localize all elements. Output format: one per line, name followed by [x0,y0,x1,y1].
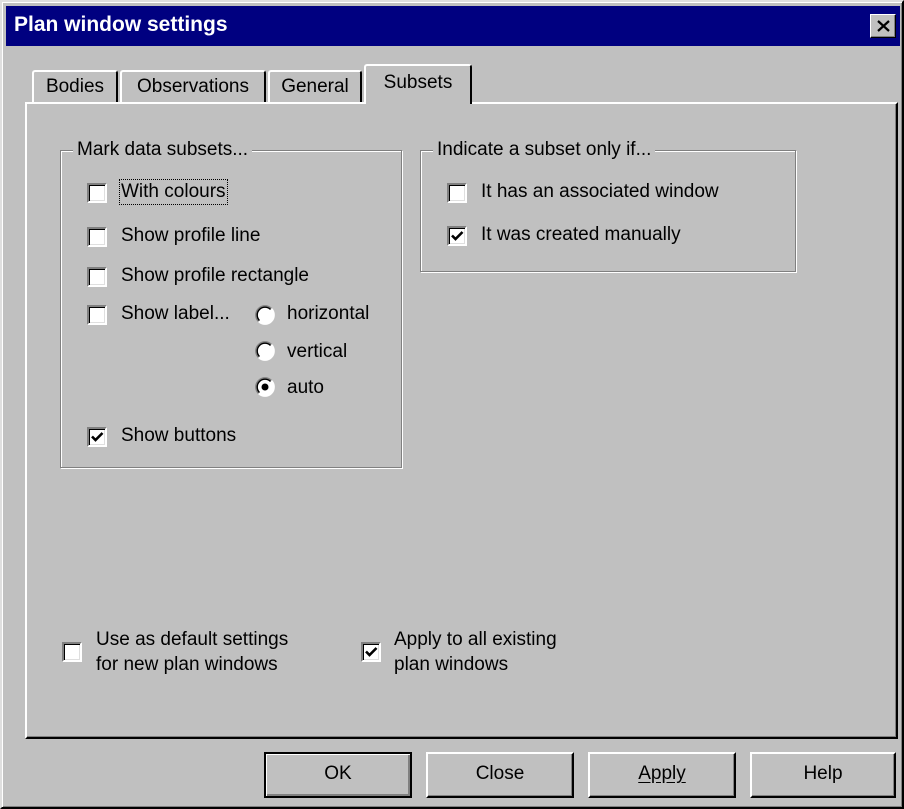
use-as-default-label[interactable]: Use as default settings for new plan win… [96,627,288,677]
radio-vertical-label[interactable]: vertical [287,341,347,363]
mark-data-subsets-label: Mark data subsets... [73,139,253,161]
use-as-default-line2: for new plan windows [96,654,278,675]
with-colours-checkbox[interactable] [87,183,107,203]
associated-window-checkbox[interactable] [447,183,467,203]
indicate-subset-label: Indicate a subset only if... [433,139,656,161]
use-as-default-line1: Use as default settings [96,629,289,650]
indicate-subset-group: Indicate a subset only if... [420,139,796,272]
show-buttons-checkbox[interactable] [87,427,107,447]
show-label-label[interactable]: Show label... [121,303,230,325]
tab-observations[interactable]: Observations [120,70,266,104]
apply-to-all-line2: plan windows [394,654,509,675]
apply-button[interactable]: Apply [588,752,736,798]
radio-selected-dot [261,383,269,391]
checkmark-icon [91,432,104,442]
tab-subsets[interactable]: Subsets [364,64,472,104]
tab-bodies[interactable]: Bodies [32,70,118,104]
plan-window-settings-dialog: Plan window settings Bodies Observations… [0,0,904,809]
show-profile-rectangle-checkbox[interactable] [87,267,107,287]
show-profile-line-label[interactable]: Show profile line [121,225,260,247]
close-window-button[interactable] [870,14,896,38]
use-as-default-checkbox[interactable] [62,642,82,662]
created-manually-label[interactable]: It was created manually [481,224,681,246]
radio-auto[interactable] [255,377,275,397]
close-icon [877,20,890,32]
title-bar[interactable]: Plan window settings [6,6,900,46]
show-profile-rectangle-label[interactable]: Show profile rectangle [121,265,309,287]
show-label-checkbox[interactable] [87,305,107,325]
radio-horizontal-label[interactable]: horizontal [287,303,369,325]
radio-auto-label[interactable]: auto [287,377,324,399]
created-manually-checkbox[interactable] [447,226,467,246]
tab-general[interactable]: General [268,70,362,104]
close-button[interactable]: Close [426,752,574,798]
checkmark-icon [365,647,378,657]
window-title: Plan window settings [14,13,228,36]
radio-horizontal[interactable] [255,305,275,325]
radio-vertical[interactable] [255,341,275,361]
subsets-tab-panel: Mark data subsets... With colours Show p… [25,102,898,739]
checkmark-icon [451,231,464,241]
show-buttons-label[interactable]: Show buttons [121,425,236,447]
apply-to-all-checkbox[interactable] [361,642,381,662]
associated-window-label[interactable]: It has an associated window [481,181,719,203]
ok-button[interactable]: OK [264,752,412,798]
help-button[interactable]: Help [750,752,896,798]
show-profile-line-checkbox[interactable] [87,227,107,247]
apply-to-all-label[interactable]: Apply to all existing plan windows [394,627,557,677]
with-colours-label[interactable]: With colours [119,179,228,205]
apply-to-all-line1: Apply to all existing [394,629,557,650]
